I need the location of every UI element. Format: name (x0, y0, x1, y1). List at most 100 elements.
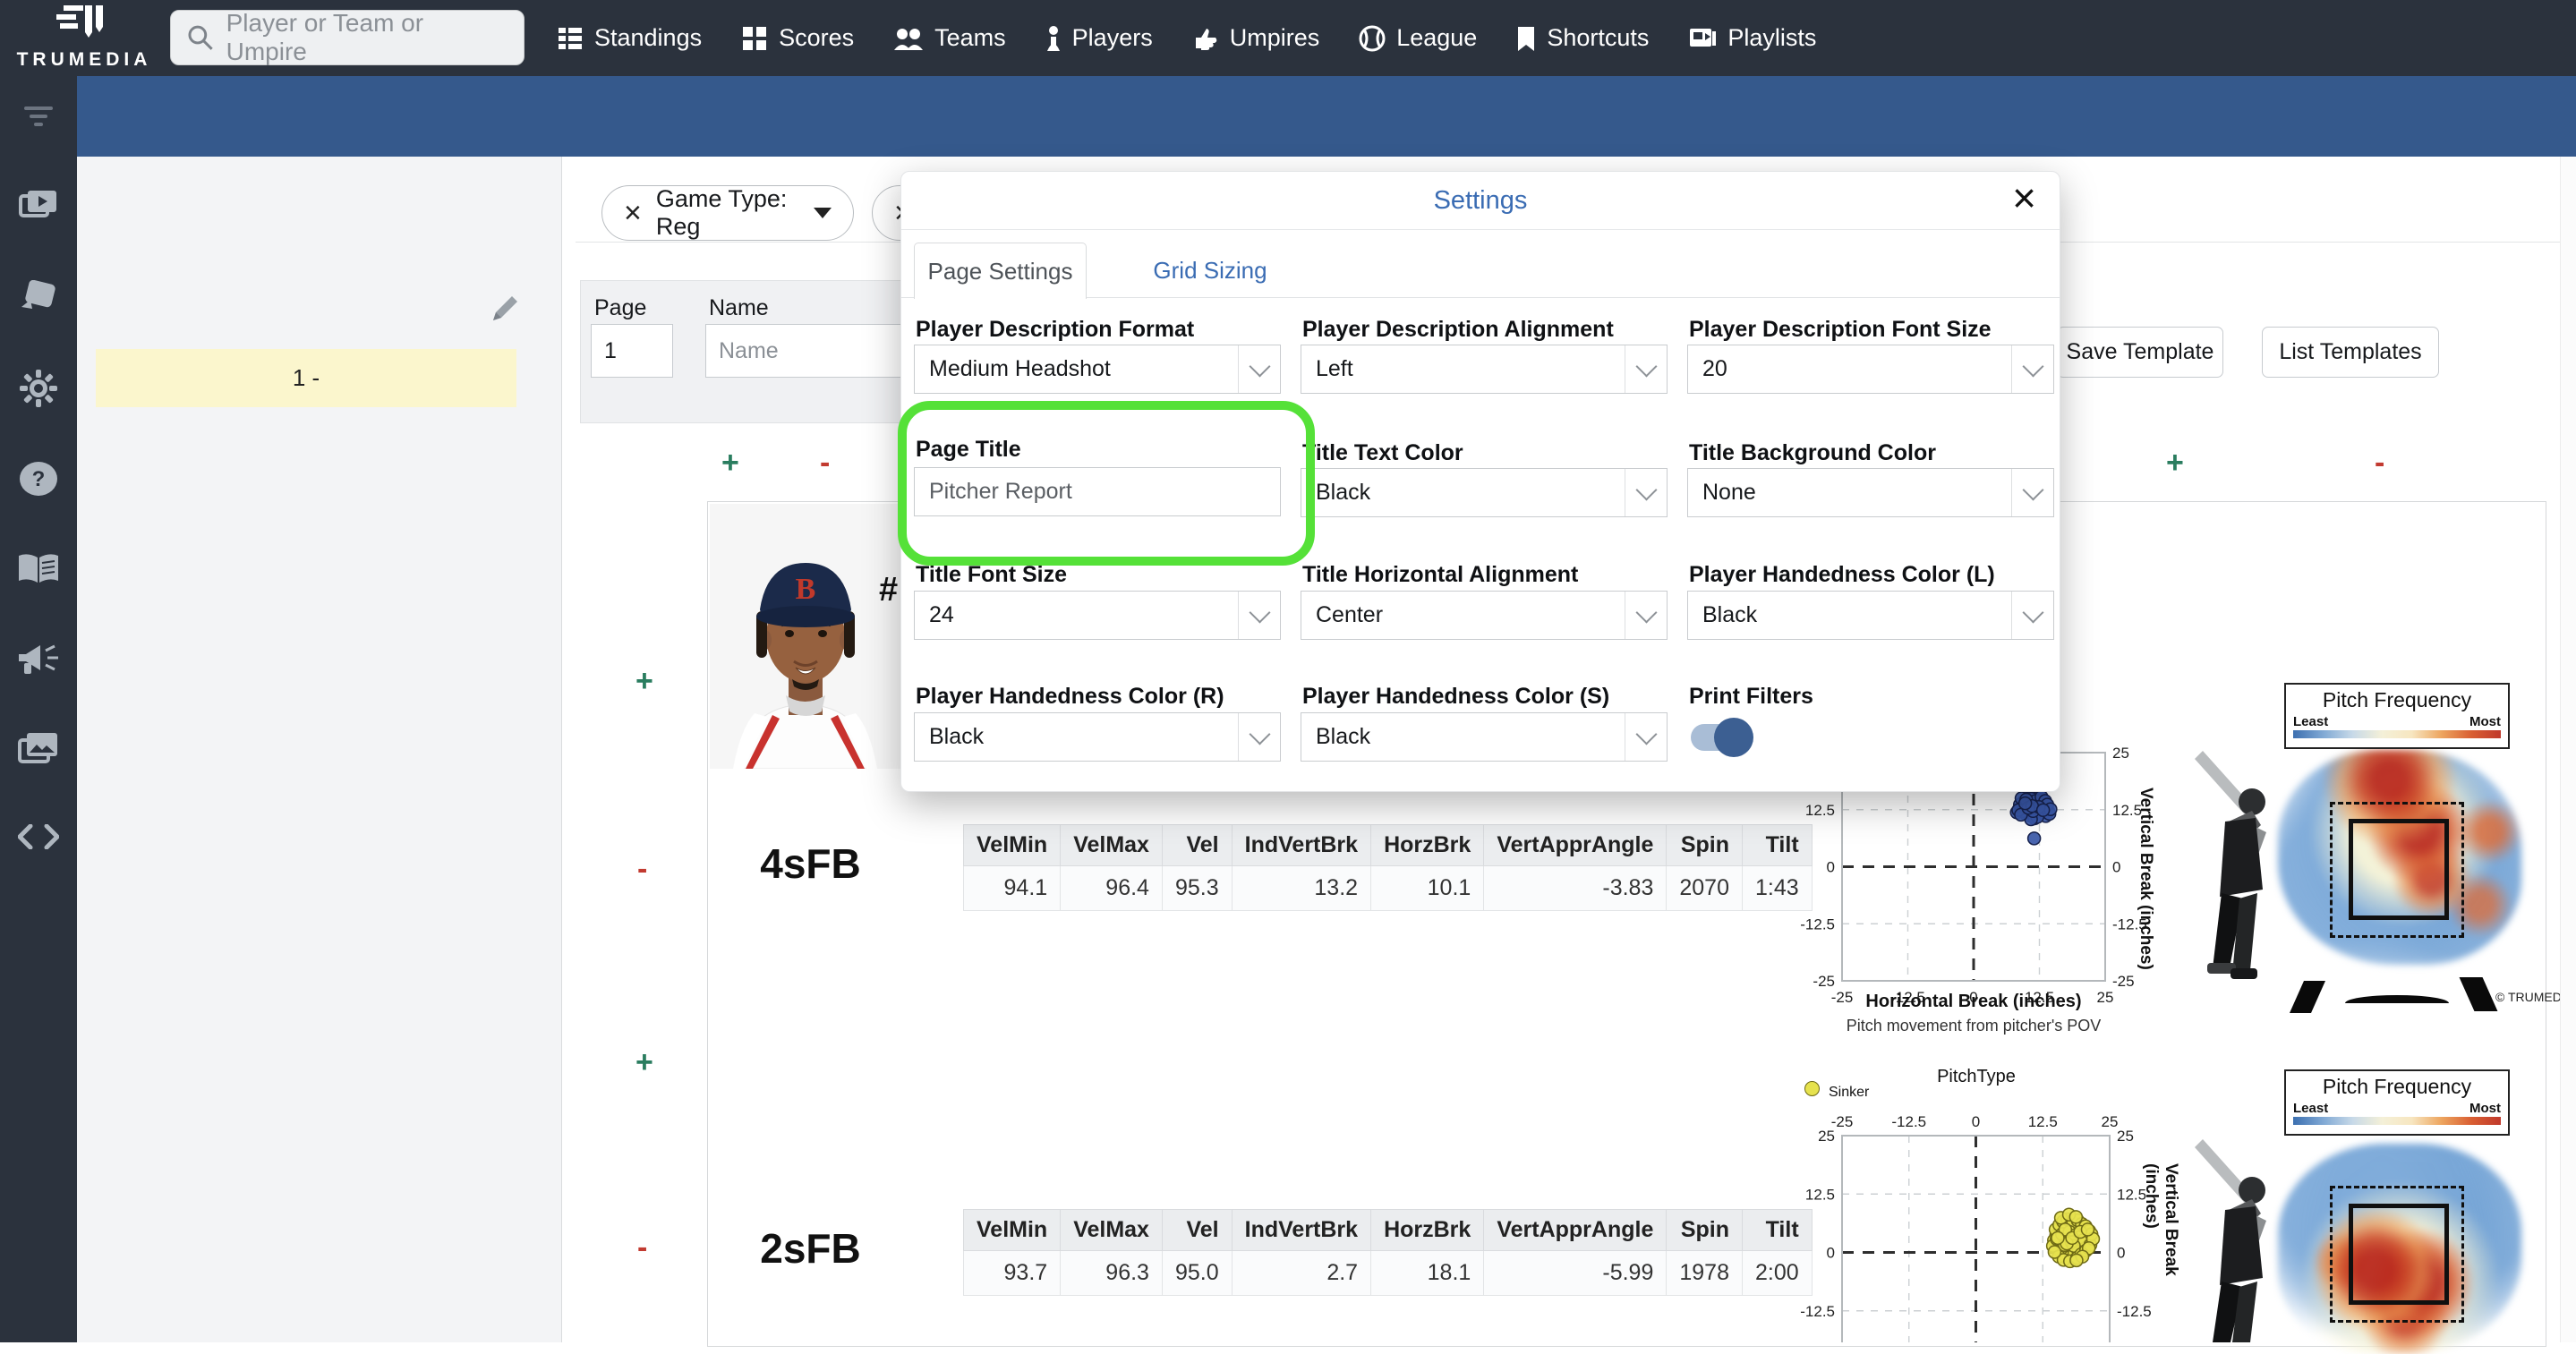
help-icon[interactable]: ? (19, 461, 58, 497)
field-label-player-desc-font-size: Player Description Font Size (1689, 317, 1992, 342)
chevron-down-icon (2022, 355, 2044, 378)
select-title-text-color[interactable]: Black (1301, 468, 1668, 517)
svg-text:0: 0 (1827, 1245, 1835, 1262)
val-horzbrk: 18.1 (1370, 1250, 1485, 1296)
legend-most-label: Most (2469, 1101, 2501, 1116)
nav-league[interactable]: League (1359, 24, 1477, 52)
legend-gradient-bar (2293, 1117, 2501, 1125)
select-handedness-color-r[interactable]: Black (914, 712, 1281, 762)
grid-add-column-left[interactable]: + (721, 446, 739, 481)
select-player-desc-format[interactable]: Medium Headshot (914, 345, 1281, 394)
whiteboard-sketch-icon[interactable] (18, 280, 59, 312)
teams-icon (894, 28, 924, 50)
grid-remove-row-1[interactable]: - (637, 852, 647, 887)
break-scatter-sinker: -25-25-25-12.5-12.5-12.500012.512.512.52… (1800, 1113, 2152, 1342)
col-velmax: VelMax (1060, 824, 1163, 866)
glossary-book-icon[interactable] (17, 552, 60, 584)
select-player-desc-font-size[interactable]: 20 (1687, 345, 2054, 394)
nav-league-label: League (1396, 24, 1478, 51)
nav-playlists[interactable]: Playlists (1688, 24, 1816, 52)
tab-grid-sizing[interactable]: Grid Sizing (1134, 243, 1286, 298)
announcements-megaphone-icon[interactable] (17, 642, 60, 676)
pitch-table-2sfb: VelMin VelMax Vel IndVertBrk HorzBrk Ver… (962, 1209, 1813, 1296)
select-title-background-color[interactable]: None (1687, 468, 2054, 517)
val-indvertbrk: 2.7 (1231, 1250, 1372, 1296)
pitch-table-4sfb: VelMin VelMax Vel IndVertBrk HorzBrk Ver… (962, 824, 1813, 911)
nav-umpires[interactable]: Umpires (1192, 24, 1319, 52)
save-template-button[interactable]: Save Template (2057, 327, 2223, 378)
embed-code-icon[interactable] (18, 824, 59, 849)
trumedia-logo[interactable]: TRUMEDIA (13, 4, 156, 71)
col-horzbrk: HorzBrk (1370, 824, 1485, 866)
grid-add-row-1[interactable]: + (635, 664, 653, 699)
nav-standings[interactable]: Standings (557, 24, 702, 52)
select-title-font-size[interactable]: 24 (914, 591, 1281, 640)
chevron-down-icon (1635, 479, 1658, 501)
select-value: Left (1316, 356, 1353, 381)
video-playlists-icon[interactable] (19, 189, 58, 219)
pitch-name-4sfb: 4sFB (760, 840, 861, 887)
sinker-legend-dot (1804, 1081, 1820, 1096)
nav-shortcuts-label: Shortcuts (1547, 24, 1650, 51)
page-column-label: Page (594, 295, 647, 320)
page-number-input[interactable]: 1 (591, 324, 673, 378)
nav-players[interactable]: Players (1045, 24, 1153, 52)
grid-add-row-2[interactable]: + (635, 1045, 653, 1080)
chart2-title: PitchType (1937, 1067, 2016, 1086)
list-templates-button[interactable]: List Templates (2262, 327, 2439, 378)
tab-page-settings[interactable]: Page Settings (914, 243, 1087, 299)
edit-pencil-icon[interactable] (488, 292, 522, 326)
page-list-row-1[interactable]: 1 - (96, 349, 516, 407)
print-filters-toggle[interactable] (1691, 718, 1753, 757)
close-icon[interactable]: × (2012, 177, 2036, 218)
select-handedness-color-l[interactable]: Black (1687, 591, 2054, 640)
select-handedness-color-s[interactable]: Black (1301, 712, 1668, 762)
table-header-row: VelMin VelMax Vel IndVertBrk HorzBrk Ver… (962, 1209, 1813, 1251)
settings-gear-icon[interactable] (20, 370, 57, 407)
val-vertapprangle: -3.83 (1483, 865, 1668, 911)
select-player-desc-alignment[interactable]: Left (1301, 345, 1668, 394)
settings-modal: Settings × Page Settings Grid Sizing Pla… (898, 171, 2060, 792)
heatmap2-title: Pitch Frequency (2322, 1075, 2472, 1098)
grid-remove-row-2[interactable]: - (637, 1231, 647, 1265)
pitch-frequency-legend-1: Pitch Frequency Least Most (2284, 683, 2510, 749)
svg-text:25: 25 (2097, 989, 2114, 1006)
select-value: Medium Headshot (929, 356, 1111, 381)
filter-icon[interactable] (21, 105, 56, 128)
nav-playlists-label: Playlists (1727, 24, 1817, 51)
standings-icon (559, 27, 582, 49)
nav-shortcuts[interactable]: Shortcuts (1516, 24, 1649, 52)
scrollbar-track[interactable] (2560, 157, 2576, 1342)
select-title-horizontal-alignment[interactable]: Center (1301, 591, 1668, 640)
grid-remove-column-left[interactable]: - (820, 446, 830, 481)
chevron-down-icon (1249, 601, 1271, 624)
sinker-legend-label: Sinker (1829, 1085, 1870, 1100)
chevron-down-icon (1635, 723, 1658, 745)
report-side-panel (77, 157, 562, 1342)
search-placeholder: Player or Team or Umpire (226, 9, 424, 65)
grid-remove-column-right[interactable]: - (2375, 446, 2384, 481)
select-value: Black (1316, 724, 1371, 749)
select-value: Black (1316, 480, 1371, 505)
col-horzbrk: HorzBrk (1370, 1209, 1485, 1251)
val-indvertbrk: 13.2 (1231, 865, 1372, 911)
val-spin: 1978 (1666, 1250, 1743, 1296)
nav-teams[interactable]: Teams (893, 24, 1006, 52)
global-search-input[interactable]: Player or Team or Umpire (170, 9, 525, 65)
col-spin: Spin (1666, 1209, 1743, 1251)
top-nav-items: Standings Scores Teams Players Umpires L… (557, 0, 1816, 76)
name-column-label: Name (709, 295, 769, 320)
chip-close-icon[interactable]: × (624, 198, 642, 228)
media-gallery-icon[interactable] (18, 731, 59, 763)
grid-add-column-right[interactable]: + (2166, 446, 2184, 481)
chevron-down-icon (2022, 479, 2044, 501)
player-number-prefix: # (879, 571, 899, 609)
filter-chip-game-type[interactable]: × Game Type: Reg (601, 185, 854, 241)
field-label-title-background-color: Title Background Color (1689, 440, 1936, 465)
select-value: Center (1316, 602, 1384, 627)
svg-text:0: 0 (2112, 859, 2120, 876)
svg-text:25: 25 (1818, 1128, 1835, 1145)
svg-text:12.5: 12.5 (1805, 1186, 1835, 1203)
pitch-frequency-legend-2: Pitch Frequency Least Most (2284, 1069, 2510, 1136)
nav-scores[interactable]: Scores (741, 24, 854, 52)
